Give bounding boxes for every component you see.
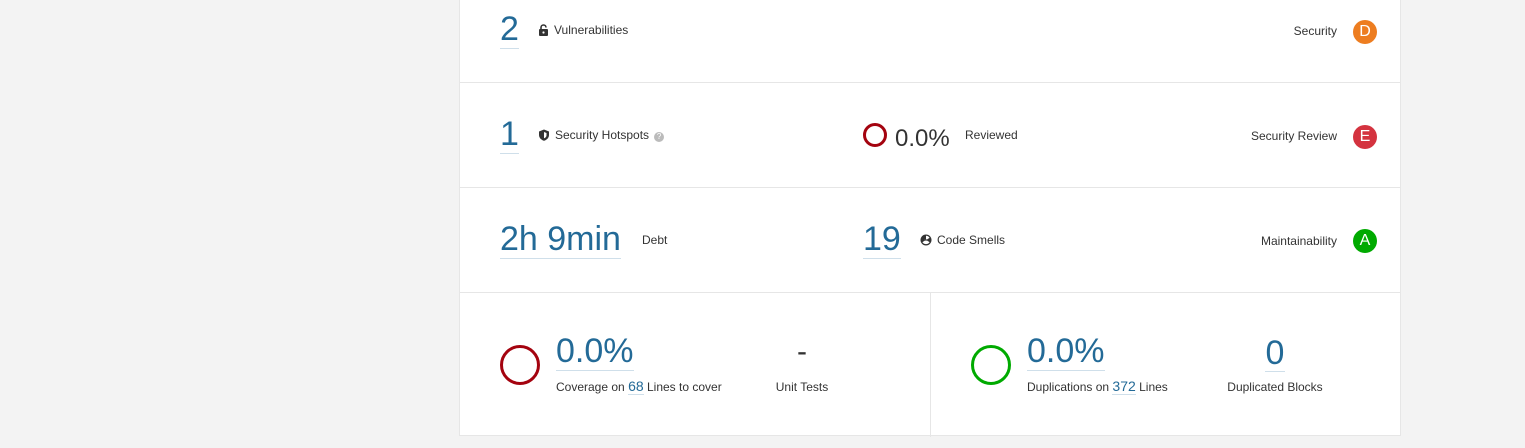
coverage-subtext: Coverage on 68 Lines to cover [556,378,722,395]
vulnerabilities-count-link[interactable]: 2 [500,11,519,49]
reviewed-percent: 0.0% [895,125,950,152]
coverage-ring-icon [500,345,540,385]
hotspots-label: Security Hotspots? [538,128,665,144]
duplications-percent-link[interactable]: 0.0% [1027,333,1105,371]
security-review-rating-label: Security Review [1250,129,1337,143]
maintainability-rating-label: Maintainability [1260,234,1337,248]
maintainability-row: 2h 9min Debt 19 Code Smells Maintainabil… [460,188,1400,293]
debt-link[interactable]: 2h 9min [500,221,621,259]
duplications-lines-link[interactable]: 372 [1112,378,1136,395]
vertical-divider [930,293,931,437]
unit-tests-value: - [797,335,807,368]
code-smells-label: Code Smells [920,233,1005,249]
radiation-icon [920,234,932,249]
duplicated-blocks-link[interactable]: 0 [1265,335,1285,372]
shield-icon [538,129,550,144]
hotspots-row: 1 Security Hotspots? 0.0% Reviewed Secur… [460,83,1400,188]
coverage-percent-link[interactable]: 0.0% [556,333,634,371]
hotspots-text: Security Hotspots [555,128,650,142]
duplications-prefix: Duplications on [1027,380,1110,394]
duplications-suffix: Lines [1139,380,1168,394]
duplications-ring-icon [971,345,1011,385]
reviewed-ring-icon [863,123,887,147]
coverage-lines-link[interactable]: 68 [628,378,644,395]
code-smells-text: Code Smells [937,233,1006,247]
security-row: 2 Vulnerabilities Security D [460,0,1400,83]
coverage-duplications-row: 0.0% Coverage on 68 Lines to cover - Uni… [460,293,1400,437]
measures-panel: 2 Vulnerabilities Security D 1 Security … [459,0,1401,437]
help-icon[interactable]: ? [654,132,665,142]
unit-tests-label: Unit Tests [775,380,829,394]
code-smells-count-link[interactable]: 19 [863,221,901,259]
lock-icon [538,24,549,39]
hotspots-count-link[interactable]: 1 [500,116,519,154]
maintainability-rating-badge[interactable]: A [1353,229,1377,253]
duplications-subtext: Duplications on 372 Lines [1027,378,1168,395]
vulnerabilities-label: Vulnerabilities [538,23,628,39]
debt-label: Debt [642,233,668,247]
reviewed-label: Reviewed [965,128,1018,142]
vulnerabilities-text: Vulnerabilities [554,23,629,37]
coverage-prefix: Coverage on [556,380,625,394]
security-rating-badge[interactable]: D [1353,20,1377,44]
coverage-suffix: Lines to cover [646,380,722,394]
duplicated-blocks-label: Duplicated Blocks [1227,380,1323,394]
security-rating-label: Security [1293,24,1337,38]
security-review-rating-badge[interactable]: E [1353,125,1377,149]
